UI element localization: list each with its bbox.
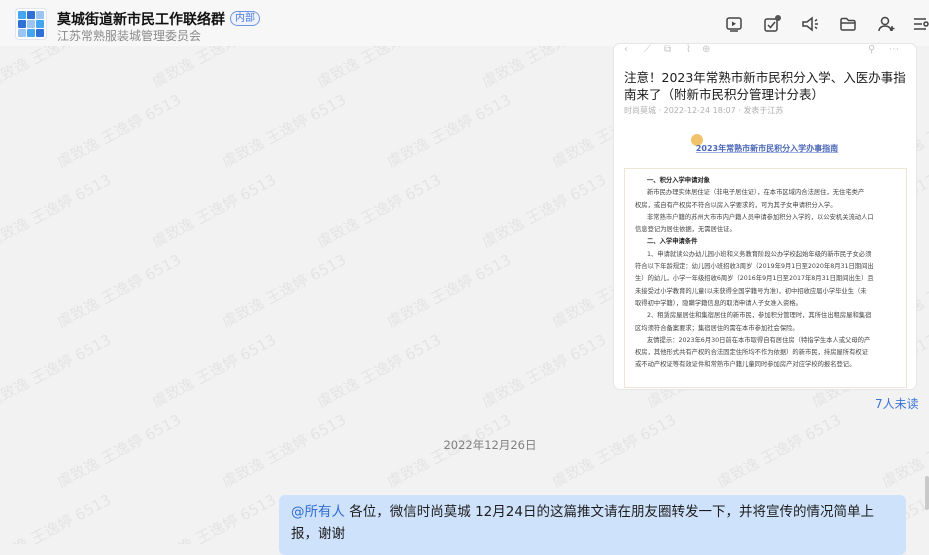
- article-line: 一、积分入学申请对象: [647, 177, 710, 184]
- article-line: 2、租赁房屋居住和集宿居住的新市民，参加积分管理时，其所住出租房屋和集宿: [647, 312, 872, 320]
- article-line: 区均须符合备案要求；集宿居住的需在本市参加社会保险。: [635, 324, 799, 332]
- group-avatar[interactable]: [15, 8, 47, 40]
- watermark-text: 虞致逸 王逸婷 6513: [54, 90, 185, 172]
- mention-all[interactable]: @所有人: [291, 504, 345, 520]
- article-line: 符合以下年龄规定：幼儿园小班招收3周岁（2019年9月1日至2020年8月31日…: [635, 263, 874, 271]
- back-icon[interactable]: ‹: [624, 44, 628, 55]
- more-settings-icon[interactable]: [910, 14, 929, 34]
- article-meta: 时尚莫城 · 2022-12-24 18:07 · 发表于江苏: [624, 106, 784, 115]
- share-icon[interactable]: ⟋: [644, 44, 651, 55]
- group-name[interactable]: 莫城街道新市民工作联络群: [57, 9, 225, 29]
- article-line: 取得初中学籍），隐瞒学籍信息的取消申请人子女准入资格。: [635, 299, 802, 307]
- folder-icon[interactable]: [838, 14, 858, 34]
- article-line: 新市民办理实体居住证（非电子居住证），在本市区域内合法居住，无住宅类产: [647, 189, 865, 197]
- article-line: 信息登记为居住依据，无需居住证。: [635, 226, 736, 234]
- article-line: 权房，或自有产权房不符合以房入学要求的，可为其子女申请积分入学。: [635, 201, 837, 209]
- article-line: 二、入学申请条件: [647, 238, 698, 246]
- watermark-text: 虞致逸 王逸婷 6513: [219, 90, 350, 172]
- screen-share-icon[interactable]: [724, 14, 744, 34]
- announcement-icon[interactable]: [800, 14, 820, 34]
- copy-icon[interactable]: ⧉: [664, 44, 671, 55]
- watermark-text: 虞致逸 王逸婷 6513: [0, 330, 115, 412]
- pin-icon[interactable]: ⚲: [868, 44, 875, 55]
- watermark-text: 虞致逸 王逸婷 6513: [384, 250, 515, 332]
- message-text: 各位，微信时尚莫城 12月24日的这篇推文请在朋友圈转发一下，并将宣传的情况简单…: [291, 504, 874, 542]
- watermark-text: 虞致逸 王逸婷 6513: [384, 90, 515, 172]
- globe-icon[interactable]: ⊕: [702, 44, 710, 55]
- link-icon[interactable]: ⌇: [686, 44, 691, 55]
- internal-badge: 内部: [230, 11, 260, 26]
- article-line: 友情提示：2023年6月30日前在本市取得自有居住房（特指学生本人或父母的产: [647, 336, 871, 344]
- watermark-text: 虞致逸 王逸婷 6513: [314, 330, 445, 412]
- watermark-text: 虞致逸 王逸婷 6513: [149, 490, 280, 544]
- date-separator: 2022年12月26日: [443, 438, 537, 452]
- watermark-text: 虞致逸 王逸婷 6513: [54, 250, 185, 332]
- watermark-text: 虞致逸 王逸婷 6513: [0, 490, 115, 544]
- article-line: 1、申请就读公办幼儿园小班和义务教育阶段公办学校起始年级的新市民子女必须: [647, 250, 872, 258]
- article-line: 未接受过小学教育的儿童(以未获得全国学籍号为准)，初中招收应届小学毕业生（未: [635, 287, 867, 295]
- watermark-text: 虞致逸 王逸婷 6513: [479, 170, 610, 252]
- watermark-text: 虞致逸 王逸婷 6513: [0, 170, 115, 252]
- article-content: 一、积分入学申请对象新市民办理实体居住证（非电子居住证），在本市区域内合法居住，…: [624, 168, 907, 388]
- scrollbar-thumb[interactable]: [925, 476, 929, 510]
- group-organization: 江苏常熟服装城管理委员会: [57, 29, 202, 43]
- add-member-icon[interactable]: [876, 14, 896, 34]
- article-banner-heading: 2023年常熟市新市民积分入学办事指南: [695, 144, 839, 153]
- article-line: 或不动产权证等有效证件和常熟市户籍儿童同时参加房产对应学校的报名登记。: [635, 361, 856, 369]
- watermark-text: 虞致逸 王逸婷 6513: [479, 330, 610, 412]
- watermark-text: 虞致逸 王逸婷 6513: [149, 330, 280, 412]
- article-toolbar: ‹ ⟋ ⧉ ⌇ ⊕ ⚲ ⋯: [614, 44, 916, 60]
- watermark-text: 虞致逸 王逸婷 6513: [219, 250, 350, 332]
- watermark-text: 虞致逸 王逸婷 6513: [314, 170, 445, 252]
- message-bubble[interactable]: @所有人 各位，微信时尚莫城 12月24日的这篇推文请在朋友圈转发一下，并将宣传…: [279, 495, 906, 555]
- article-card[interactable]: ‹ ⟋ ⧉ ⌇ ⊕ ⚲ ⋯ 注意！2023年常熟市新市民积分入学、入医办事指南来…: [614, 44, 916, 389]
- article-line: 权房，其他形式共有产权的合法固定住所均不作为依据）的新市民，持房屋所有权证: [635, 349, 868, 357]
- task-check-icon[interactable]: [762, 14, 782, 34]
- watermark-text: 虞致逸 王逸婷 6513: [149, 170, 280, 252]
- article-line: 生）的幼儿，小学一年级招收6周岁（2016年9月1日至2017年8月31日期间出…: [635, 275, 874, 283]
- unread-count-link[interactable]: 7人未读: [875, 395, 919, 412]
- article-title[interactable]: 注意！2023年常熟市新市民积分入学、入医办事指南来了（附新市民积分管理计分表）: [624, 69, 909, 103]
- more-icon[interactable]: ⋯: [889, 44, 899, 55]
- article-line: 非常熟市户籍的苏州大市市内户籍人员申请参加积分入学的，以公安机关流动人口: [647, 213, 874, 221]
- chat-header: 莫城街道新市民工作联络群 内部 江苏常熟服装城管理委员会: [0, 0, 929, 46]
